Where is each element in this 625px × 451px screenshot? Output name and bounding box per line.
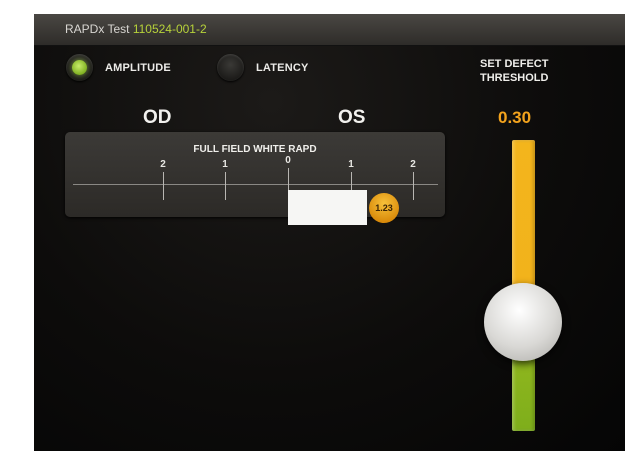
test-id: 110524-001-2 (132, 22, 207, 36)
radio-knob (66, 54, 93, 81)
eye-os-label: OS (338, 107, 366, 128)
tick-mark (163, 172, 164, 200)
amplitude-label: AMPLITUDE (105, 61, 171, 74)
rapd-panel-title: FULL FIELD WHITE RAPD (193, 144, 317, 155)
rapd-bar (288, 190, 367, 225)
title-prefix: RAPDx Test (65, 22, 130, 36)
tick-label-left-2: 2 (160, 159, 166, 170)
latency-radio[interactable]: LATENCY (217, 54, 309, 81)
tick-mark (413, 172, 414, 200)
amplitude-radio[interactable]: AMPLITUDE (66, 54, 171, 81)
threshold-label: SET DEFECT THRESHOLD (480, 57, 575, 85)
latency-label: LATENCY (256, 61, 309, 74)
tick-label-right-1: 1 (348, 159, 354, 170)
threshold-label-line2: THRESHOLD (480, 72, 549, 84)
tick-label-right-2: 2 (410, 159, 416, 170)
radio-knob (217, 54, 244, 81)
threshold-label-line1: SET DEFECT (480, 58, 549, 70)
app-screen: RAPDx Test 110524-001-2 AMPLITUDE LATENC… (34, 14, 625, 451)
threshold-slider-knob[interactable] (484, 283, 562, 361)
threshold-value: 0.30 (498, 108, 532, 127)
rapd-result-badge: 1.23 (369, 193, 399, 223)
tick-label-zero: 0 (285, 155, 291, 166)
eye-od-label: OD (143, 107, 172, 128)
tick-mark (225, 172, 226, 200)
radio-selected-dot (72, 60, 87, 75)
rapd-axis (73, 184, 438, 185)
title-bar: RAPDx Test 110524-001-2 (34, 14, 625, 46)
window-title: RAPDx Test 110524-001-2 (65, 14, 207, 45)
rapd-panel: FULL FIELD WHITE RAPD 2 1 0 1 2 1.23 (65, 132, 445, 225)
tick-label-left-1: 1 (222, 159, 228, 170)
